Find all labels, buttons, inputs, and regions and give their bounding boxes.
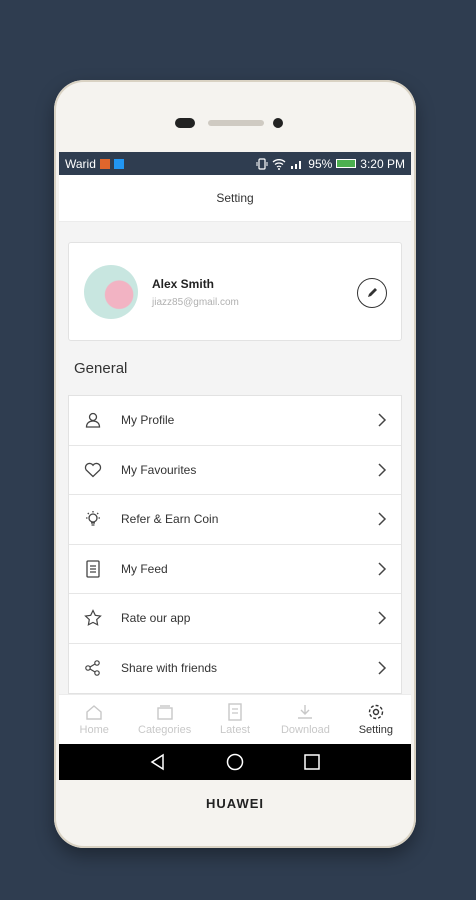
home-icon	[86, 705, 102, 720]
menu-item-my-profile[interactable]: My Profile	[69, 396, 401, 446]
vibrate-icon	[256, 157, 268, 170]
download-icon	[298, 705, 313, 719]
chevron-right-icon	[375, 413, 389, 427]
bottom-nav: Home Categories Latest Download Setting	[59, 694, 411, 744]
share-icon	[83, 658, 103, 678]
bulb-icon	[83, 509, 103, 529]
nav-home[interactable]: Home	[59, 695, 129, 744]
edit-profile-button[interactable]	[357, 278, 387, 308]
recents-icon[interactable]	[303, 753, 321, 771]
gear-icon	[368, 704, 384, 720]
heart-icon	[83, 460, 103, 480]
profile-email: jiazz85@gmail.com	[152, 297, 239, 308]
menu-item-label: Rate our app	[121, 611, 191, 626]
profile-card[interactable]: Alex Smith jiazz85@gmail.com	[68, 242, 402, 341]
star-icon	[83, 608, 103, 628]
avatar	[84, 265, 138, 319]
user-icon	[83, 410, 103, 430]
menu-item-label: My Profile	[121, 413, 175, 428]
chevron-right-icon	[375, 661, 389, 675]
system-nav-bar	[59, 744, 411, 780]
nav-label: Home	[79, 724, 109, 736]
signal-icon	[291, 160, 302, 169]
pencil-icon	[368, 288, 377, 297]
menu-item-my-feed[interactable]: My Feed	[69, 545, 401, 594]
nav-label: Categories	[138, 724, 192, 736]
carrier-name: Warid	[65, 156, 96, 171]
clock: 3:20 PM	[360, 156, 405, 171]
latest-icon	[228, 703, 242, 721]
wifi-icon	[272, 158, 286, 170]
status-bar: Warid 95% 3:20 PM	[59, 152, 411, 175]
settings-menu: My Profile My Favourites Refer & Earn Co…	[68, 395, 402, 694]
nav-label: Setting	[358, 724, 393, 736]
menu-item-label: My Favourites	[121, 462, 197, 477]
settings-content: Alex Smith jiazz85@gmail.com General My …	[59, 222, 411, 718]
battery-percent: 95%	[308, 156, 333, 171]
back-icon[interactable]	[149, 753, 167, 771]
nav-label: Download	[280, 724, 330, 736]
chevron-right-icon	[375, 463, 389, 477]
menu-item-label: Share with friends	[121, 661, 218, 676]
notification-icon	[99, 158, 110, 169]
categories-icon	[156, 705, 173, 720]
device-brand: HUAWEI	[206, 796, 264, 811]
front-camera	[273, 118, 283, 128]
menu-item-share[interactable]: Share with friends	[69, 644, 401, 694]
page-title: Setting	[59, 175, 411, 222]
menu-item-my-favourites[interactable]: My Favourites	[69, 446, 401, 495]
battery-icon	[336, 159, 357, 168]
home-circle-icon[interactable]	[226, 753, 244, 771]
section-title: General	[74, 360, 128, 377]
chevron-right-icon	[375, 512, 389, 526]
nav-download[interactable]: Download	[270, 695, 340, 744]
chevron-right-icon	[375, 611, 389, 625]
menu-item-label: Refer & Earn Coin	[121, 512, 219, 527]
nav-categories[interactable]: Categories	[129, 695, 199, 744]
app-screen: Warid 95% 3:20 PM Setting Alex Smith jia…	[59, 152, 411, 780]
notification-icon	[113, 158, 124, 169]
profile-name: Alex Smith	[152, 277, 215, 291]
nav-setting[interactable]: Setting	[341, 695, 411, 744]
proximity-sensor	[175, 118, 195, 128]
feed-icon	[83, 559, 103, 579]
menu-item-refer-earn[interactable]: Refer & Earn Coin	[69, 495, 401, 545]
earpiece	[208, 120, 264, 126]
nav-label: Latest	[220, 724, 250, 736]
menu-item-label: My Feed	[121, 561, 168, 576]
nav-latest[interactable]: Latest	[200, 695, 270, 744]
menu-item-rate-app[interactable]: Rate our app	[69, 594, 401, 644]
chevron-right-icon	[375, 562, 389, 576]
